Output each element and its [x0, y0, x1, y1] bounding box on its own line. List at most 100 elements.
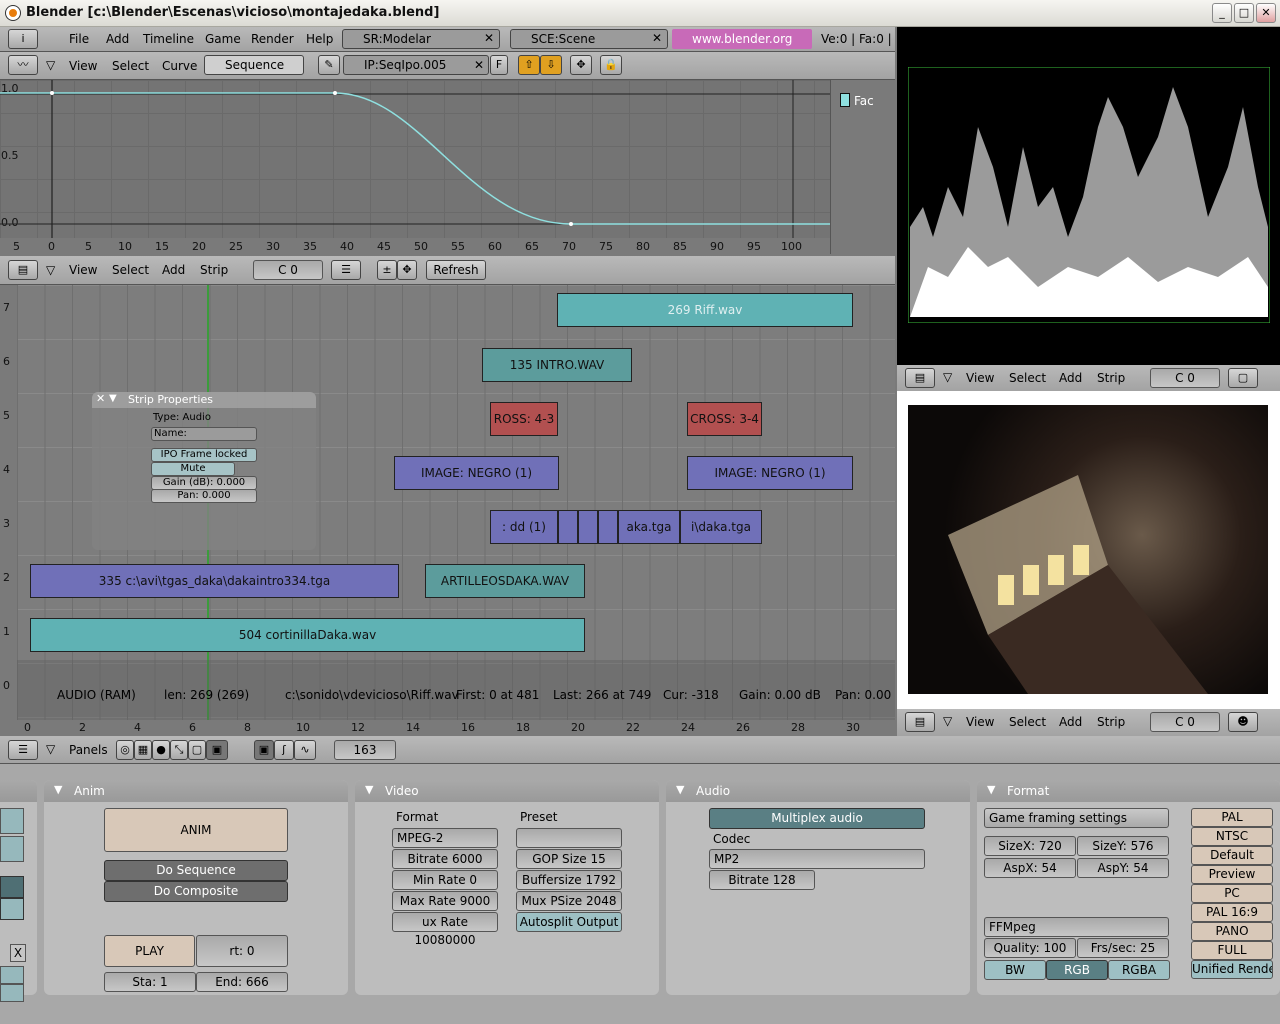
size-x-field[interactable]: SizeX: 720 — [984, 836, 1076, 856]
unified-render-toggle[interactable]: Unified Rende — [1191, 960, 1273, 979]
minimize-button[interactable]: _ — [1212, 3, 1232, 23]
preset-pano[interactable]: PANO — [1191, 922, 1273, 941]
pan-field[interactable]: Pan: 0.000 — [151, 489, 257, 503]
blender-url-badge[interactable]: www.blender.org 241 — [672, 29, 812, 66]
editing-icon[interactable]: ▢ — [188, 740, 206, 760]
preset-default[interactable]: Default — [1191, 846, 1273, 865]
output-panel-field[interactable] — [0, 984, 24, 1002]
lock-icon[interactable]: 🔒 — [600, 55, 622, 75]
rgb-toggle[interactable]: RGB — [1046, 960, 1108, 980]
info-window-type-icon[interactable]: i — [8, 29, 38, 49]
preview1-menu-add[interactable]: Add — [1059, 371, 1082, 385]
asp-x-field[interactable]: AspX: 54 — [984, 858, 1076, 878]
output-panel-field[interactable] — [0, 836, 24, 862]
strip-cross-4-3[interactable]: ROSS: 4-3 — [490, 402, 558, 436]
video-max-rate-field[interactable]: Max Rate 9000 — [392, 891, 498, 911]
close-icon[interactable]: ✕ — [96, 392, 105, 405]
clear-x-icon[interactable]: X — [10, 944, 26, 962]
screen-selector[interactable]: SR:Modelar — [342, 29, 500, 49]
preset-pal[interactable]: PAL — [1191, 808, 1273, 827]
scene-icon[interactable]: ▣ — [206, 740, 228, 760]
fps-field[interactable]: Frs/sec: 25 — [1077, 938, 1169, 958]
screen-delete-icon[interactable]: ✕ — [484, 31, 494, 45]
seq-display-mode-icon[interactable]: ☰ — [331, 260, 361, 280]
preview1-window-type-icon[interactable]: ▤ — [905, 368, 935, 388]
copy-up-icon[interactable]: ⇧ — [518, 55, 540, 75]
view-all-icon[interactable]: ✥ — [397, 260, 417, 280]
preview2-menu-add[interactable]: Add — [1059, 715, 1082, 729]
asp-y-field[interactable]: AspY: 54 — [1077, 858, 1169, 878]
preview1-channel-field[interactable]: C 0 — [1150, 368, 1220, 388]
collapse-menu-icon[interactable]: ▽ — [943, 370, 952, 384]
video-mux-psize-field[interactable]: Mux PSize 2048 — [516, 891, 622, 911]
preview-render-area[interactable] — [897, 391, 1280, 709]
panels-menu[interactable]: Panels — [69, 743, 108, 757]
collapse-menu-icon[interactable]: ▽ — [46, 58, 55, 72]
ipo-window-type-icon[interactable]: 〰 — [8, 55, 38, 75]
menu-file[interactable]: File — [69, 32, 89, 46]
preview1-display-icon[interactable]: ▢ — [1228, 368, 1258, 388]
video-preset-select[interactable] — [516, 828, 622, 848]
seq-menu-select[interactable]: Select — [112, 263, 149, 277]
strip-riff-wav[interactable]: 269 Riff.wav — [557, 293, 853, 327]
menu-game[interactable]: Game — [205, 32, 241, 46]
preset-pc[interactable]: PC — [1191, 884, 1273, 903]
file-type-select[interactable]: FFMpeg — [984, 917, 1169, 937]
play-button[interactable]: PLAY — [104, 935, 195, 967]
preset-pal-16-9[interactable]: PAL 16:9 — [1191, 903, 1273, 922]
seq-menu-strip[interactable]: Strip — [200, 263, 228, 277]
collapse-triangle-icon[interactable]: ▼ — [109, 393, 117, 404]
scene-delete-icon[interactable]: ✕ — [652, 31, 662, 45]
preset-ntsc[interactable]: NTSC — [1191, 827, 1273, 846]
pin-icon[interactable]: ✎ — [318, 55, 340, 75]
preview2-menu-strip[interactable]: Strip — [1097, 715, 1125, 729]
bw-toggle[interactable]: BW — [984, 960, 1046, 980]
strip-daka-tga-1[interactable]: aka.tga — [618, 510, 680, 544]
audio-panel-title[interactable]: Audio — [666, 780, 970, 802]
strip-cortinilla-wav[interactable]: 504 cortinillaDaka.wav — [30, 618, 585, 652]
preview1-menu-view[interactable]: View — [966, 371, 994, 385]
gain-field[interactable]: Gain (dB): 0.000 — [151, 476, 257, 490]
output-panel-field[interactable] — [0, 966, 24, 984]
object-icon[interactable]: ⤡ — [170, 740, 188, 760]
video-gop-size-field[interactable]: GOP Size 15 — [516, 849, 622, 869]
paste-down-icon[interactable]: ⇩ — [540, 55, 562, 75]
mute-toggle[interactable]: Mute — [151, 462, 235, 476]
anim-button[interactable]: ANIM — [104, 808, 288, 852]
fake-user-button[interactable]: F — [490, 55, 508, 75]
video-bitrate-field[interactable]: Bitrate 6000 — [392, 849, 498, 869]
strip-image-negro-2[interactable]: IMAGE: NEGRO (1) — [687, 456, 853, 490]
do-composite-toggle[interactable]: Do Composite — [104, 881, 288, 902]
preview2-menu-select[interactable]: Select — [1009, 715, 1046, 729]
shading-icon[interactable]: ● — [152, 740, 170, 760]
preview-waveform-area[interactable] — [897, 27, 1280, 365]
output-panel-toggle[interactable] — [0, 898, 24, 920]
video-mux-rate-field[interactable]: ux Rate 10080000 — [392, 912, 498, 947]
strip-name-field[interactable]: Name: — [151, 427, 257, 441]
view-all-icon[interactable]: ✥ — [570, 55, 592, 75]
preview1-menu-strip[interactable]: Strip — [1097, 371, 1125, 385]
preview2-channel-field[interactable]: C 0 — [1150, 712, 1220, 732]
menu-add[interactable]: Add — [106, 32, 129, 46]
anim-panel-title[interactable]: Anim — [44, 780, 348, 802]
strip-intro-wav[interactable]: 135 INTRO.WAV — [482, 348, 632, 382]
preset-preview[interactable]: Preview — [1191, 865, 1273, 884]
collapse-triangle-icon[interactable]: ▼ — [676, 783, 684, 796]
menu-timeline[interactable]: Timeline — [143, 32, 194, 46]
seq-menu-add[interactable]: Add — [162, 263, 185, 277]
rt-field[interactable]: rt: 0 — [196, 935, 288, 967]
audio-bitrate-field[interactable]: Bitrate 128 — [709, 870, 815, 890]
preview2-window-type-icon[interactable]: ▤ — [905, 712, 935, 732]
script-icon[interactable]: ▦ — [134, 740, 152, 760]
seq-menu-view[interactable]: View — [69, 263, 97, 277]
current-frame-field[interactable]: 163 — [334, 740, 396, 760]
maximize-button[interactable]: □ — [1234, 3, 1254, 23]
collapse-menu-icon[interactable]: ▽ — [943, 714, 952, 728]
video-panel-title[interactable]: Video — [355, 780, 659, 802]
ipo-menu-select[interactable]: Select — [112, 59, 149, 73]
logic-icon[interactable]: ◎ — [116, 740, 134, 760]
strip-small-2[interactable] — [578, 510, 598, 544]
video-format-select[interactable]: MPEG-2 — [392, 828, 498, 848]
collapse-menu-icon[interactable]: ▽ — [46, 263, 55, 277]
do-sequence-toggle[interactable]: Do Sequence — [104, 860, 288, 881]
